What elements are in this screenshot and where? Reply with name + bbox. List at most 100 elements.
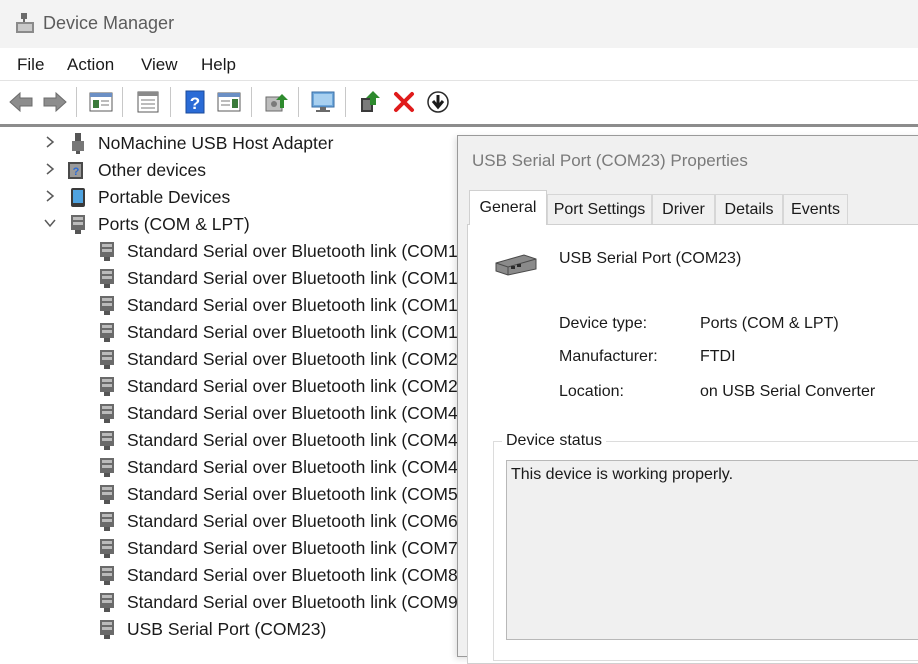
- tree-item-label: Standard Serial over Bluetooth link (COM…: [127, 430, 460, 450]
- port-icon: [100, 269, 114, 288]
- chevron-right-icon[interactable]: [43, 189, 57, 203]
- help-icon[interactable]: ?: [181, 88, 209, 116]
- tree-item-other-devices[interactable]: ? Other devices: [0, 156, 460, 183]
- port-icon: [100, 458, 114, 477]
- tree-item-nomachine-usb[interactable]: NoMachine USB Host Adapter: [0, 129, 460, 156]
- device-tree: NoMachine USB Host Adapter ? Other devic…: [0, 127, 460, 644]
- tab-events[interactable]: Events: [783, 194, 848, 224]
- toolbar-separator: [122, 87, 123, 117]
- tree-item-port[interactable]: Standard Serial over Bluetooth link (COM…: [0, 237, 460, 264]
- toolbar-separator: [298, 87, 299, 117]
- chevron-down-icon[interactable]: [43, 216, 57, 230]
- unknown-device-icon: ?: [68, 162, 83, 179]
- toolbar-separator: [345, 87, 346, 117]
- port-icon: [100, 566, 114, 585]
- tree-item-label: Standard Serial over Bluetooth link (COM…: [127, 538, 460, 558]
- svg-text:?: ?: [73, 166, 80, 178]
- tree-item-port[interactable]: Standard Serial over Bluetooth link (COM…: [0, 507, 460, 534]
- tree-item-label: Other devices: [98, 160, 206, 180]
- tree-item-label: Standard Serial over Bluetooth link (COM…: [127, 268, 460, 288]
- tree-item-label: Standard Serial over Bluetooth link (COM…: [127, 322, 460, 342]
- tree-item-port[interactable]: Standard Serial over Bluetooth link (COM…: [0, 480, 460, 507]
- tree-item-label: USB Serial Port (COM23): [127, 619, 327, 639]
- tree-item-port[interactable]: Standard Serial over Bluetooth link (COM…: [0, 453, 460, 480]
- port-icon: [100, 242, 114, 261]
- port-icon: [100, 350, 114, 369]
- usb-icon: [72, 133, 84, 154]
- manufacturer-label: Manufacturer:: [559, 348, 658, 365]
- tab-general[interactable]: General: [469, 190, 547, 225]
- menu-action[interactable]: Action: [67, 55, 114, 75]
- tree-item-usb-serial-port[interactable]: USB Serial Port (COM23): [0, 615, 460, 642]
- update-driver-icon[interactable]: [262, 88, 290, 116]
- uninstall-icon[interactable]: [390, 88, 418, 116]
- menu-view[interactable]: View: [141, 55, 178, 75]
- portable-device-icon: [71, 188, 85, 207]
- toolbar-separator: [170, 87, 171, 117]
- tree-item-port[interactable]: Standard Serial over Bluetooth link (COM…: [0, 561, 460, 588]
- tab-details[interactable]: Details: [715, 194, 783, 224]
- tree-item-portable-devices[interactable]: Portable Devices: [0, 183, 460, 210]
- menu-file[interactable]: File: [17, 55, 44, 75]
- port-icon: [100, 539, 114, 558]
- toolbar-separator: [76, 87, 77, 117]
- port-icon: [100, 593, 114, 612]
- tree-item-label: Standard Serial over Bluetooth link (COM…: [127, 484, 460, 504]
- chevron-right-icon[interactable]: [43, 135, 57, 149]
- svg-text:?: ?: [190, 94, 200, 113]
- device-status-text: This device is working properly.: [511, 466, 734, 483]
- toolbar: ?: [0, 81, 918, 127]
- tree-item-label: Standard Serial over Bluetooth link (COM…: [127, 349, 460, 369]
- port-icon: [71, 215, 85, 234]
- toolbar-separator: [251, 87, 252, 117]
- port-icon: [100, 512, 114, 531]
- port-icon: [100, 323, 114, 342]
- menu-help[interactable]: Help: [201, 55, 236, 75]
- title-bar: Device Manager: [0, 0, 918, 48]
- device-status-textbox[interactable]: This device is working properly.: [506, 460, 918, 640]
- tree-item-label: NoMachine USB Host Adapter: [98, 133, 334, 153]
- location-value: on USB Serial Converter: [700, 383, 876, 400]
- tree-item-port[interactable]: Standard Serial over Bluetooth link (COM…: [0, 426, 460, 453]
- tab-driver[interactable]: Driver: [652, 194, 715, 224]
- device-type-value: Ports (COM & LPT): [700, 315, 839, 332]
- tree-item-label: Standard Serial over Bluetooth link (COM…: [127, 457, 460, 477]
- tree-item-port[interactable]: Standard Serial over Bluetooth link (COM…: [0, 372, 460, 399]
- tab-port-settings[interactable]: Port Settings: [547, 194, 652, 224]
- back-arrow-icon[interactable]: [7, 88, 35, 116]
- scan-hardware-icon[interactable]: [309, 88, 337, 116]
- port-icon: [100, 620, 114, 639]
- tree-item-port[interactable]: Standard Serial over Bluetooth link (COM…: [0, 534, 460, 561]
- tree-item-port[interactable]: Standard Serial over Bluetooth link (COM…: [0, 345, 460, 372]
- tree-item-port[interactable]: Standard Serial over Bluetooth link (COM…: [0, 399, 460, 426]
- device-name: USB Serial Port (COM23): [559, 250, 742, 267]
- tree-item-label: Standard Serial over Bluetooth link (COM…: [127, 565, 460, 585]
- tree-item-label: Standard Serial over Bluetooth link (COM…: [127, 592, 460, 612]
- tree-item-port[interactable]: Standard Serial over Bluetooth link (COM…: [0, 318, 460, 345]
- tree-item-label: Standard Serial over Bluetooth link (COM…: [127, 295, 460, 315]
- device-type-label: Device type:: [559, 315, 648, 332]
- tree-item-port[interactable]: Standard Serial over Bluetooth link (COM…: [0, 588, 460, 615]
- device-status-legend: Device status: [502, 432, 607, 450]
- properties-icon[interactable]: [134, 88, 162, 116]
- tree-item-ports[interactable]: Ports (COM & LPT): [0, 210, 460, 237]
- action-pane-icon[interactable]: [215, 88, 243, 116]
- chevron-right-icon[interactable]: [43, 162, 57, 176]
- serial-port-device-icon: [495, 254, 537, 276]
- port-icon: [100, 404, 114, 423]
- tree-item-label: Portable Devices: [98, 187, 231, 207]
- show-hide-tree-icon[interactable]: [87, 88, 115, 116]
- window-title: Device Manager: [43, 13, 175, 33]
- tree-item-label: Standard Serial over Bluetooth link (COM…: [127, 241, 460, 261]
- location-label: Location:: [559, 383, 624, 400]
- enable-device-icon[interactable]: [357, 88, 385, 116]
- tree-item-port[interactable]: Standard Serial over Bluetooth link (COM…: [0, 291, 460, 318]
- menu-bar: File Action View Help: [0, 48, 918, 81]
- disable-device-icon[interactable]: [424, 88, 452, 116]
- tree-item-label: Standard Serial over Bluetooth link (COM…: [127, 376, 460, 396]
- manufacturer-value: FTDI: [700, 348, 736, 365]
- forward-arrow-icon[interactable]: [41, 88, 69, 116]
- dialog-title: USB Serial Port (COM23) Properties: [472, 151, 748, 170]
- tree-item-label: Standard Serial over Bluetooth link (COM…: [127, 403, 460, 423]
- tree-item-port[interactable]: Standard Serial over Bluetooth link (COM…: [0, 264, 460, 291]
